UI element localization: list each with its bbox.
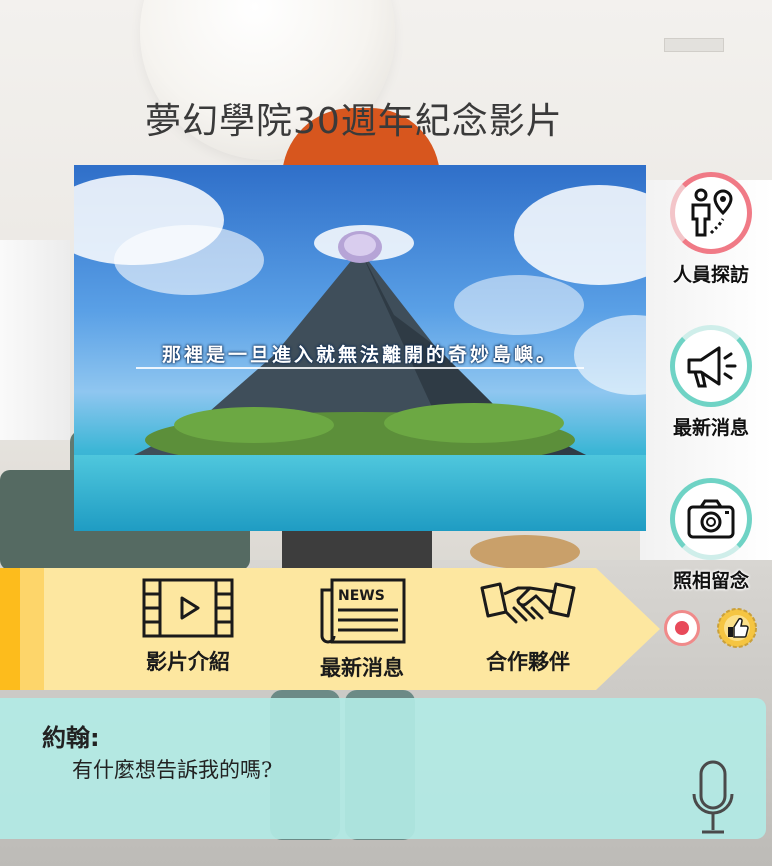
video-subtitle: 那裡是一旦進入就無法離開的奇妙島嶼。 — [161, 344, 558, 366]
microphone-icon[interactable] — [690, 758, 736, 840]
handshake-icon — [480, 582, 576, 624]
subtitle-underline — [136, 367, 584, 369]
camera-icon — [670, 478, 752, 560]
megaphone-icon — [670, 325, 752, 407]
banner-item-news[interactable]: NEWS 最新消息 — [292, 576, 432, 682]
svg-text:NEWS: NEWS — [338, 588, 385, 604]
banner-accent — [20, 568, 44, 690]
side-nav-label: 照相留念 — [672, 570, 749, 592]
film-play-icon — [142, 578, 234, 638]
banner-item-partners[interactable]: 合作夥伴 — [458, 576, 598, 676]
banner-item-label: 影片介紹 — [146, 650, 230, 674]
dialog-box: 約翰: 有什麼想告訴我的嗎? — [0, 698, 766, 839]
banner-accent — [0, 568, 20, 690]
banner-item-label: 最新消息 — [320, 656, 404, 680]
side-nav-photo[interactable]: 照相留念 — [658, 478, 764, 593]
like-button[interactable] — [716, 607, 758, 649]
person-location-icon — [670, 172, 752, 254]
side-nav-interview[interactable]: 人員探訪 — [658, 172, 764, 287]
video-player[interactable]: 那裡是一旦進入就無法離開的奇妙島嶼。 — [74, 165, 646, 531]
record-icon — [675, 621, 689, 635]
banner-item-video-intro[interactable]: 影片介紹 — [118, 576, 258, 676]
side-nav-label: 最新消息 — [672, 417, 749, 439]
video-sea — [74, 455, 646, 531]
news-icon: NEWS — [320, 578, 406, 644]
coffee-table — [470, 535, 580, 569]
banner-item-label: 合作夥伴 — [486, 650, 570, 674]
side-nav-label: 人員探訪 — [672, 264, 749, 286]
speaker-name: 約翰: — [42, 724, 100, 752]
window — [0, 240, 70, 440]
dialog-message: 有什麼想告訴我的嗎? — [72, 758, 273, 782]
side-nav-news[interactable]: 最新消息 — [658, 325, 764, 440]
page-title: 夢幻學院30週年紀念影片 — [145, 101, 563, 142]
record-button[interactable] — [664, 610, 700, 646]
ceiling-vent — [664, 38, 724, 52]
menu-banner: 影片介紹 NEWS 最新消息 合作夥伴 — [0, 568, 660, 690]
